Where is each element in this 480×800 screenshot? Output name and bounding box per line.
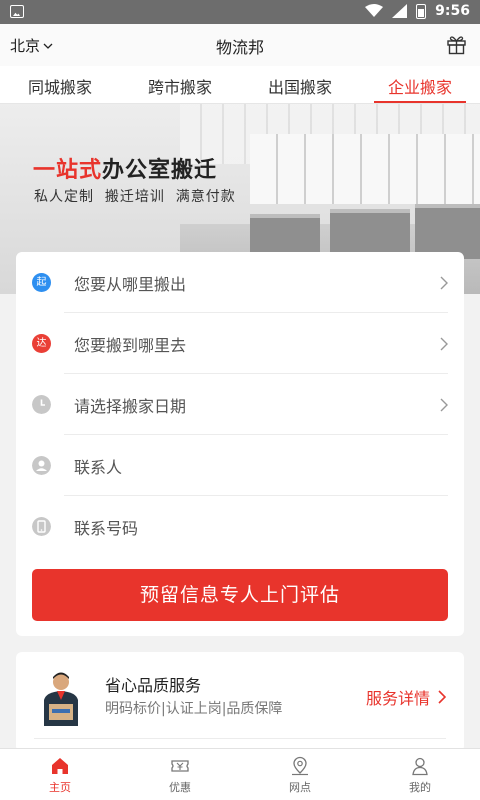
nav-home[interactable]: 主页: [0, 749, 120, 800]
clock-icon: [32, 395, 51, 414]
tab-intercity-move[interactable]: 跨市搬家: [120, 66, 240, 103]
mover-avatar: [44, 672, 78, 726]
ticket-icon: [171, 760, 189, 772]
battery-icon: [416, 3, 427, 19]
signal-icon: [392, 4, 408, 18]
home-icon: [52, 758, 68, 774]
tab-local-move[interactable]: 同城搬家: [0, 66, 120, 103]
chevron-right-icon: [440, 276, 448, 290]
service-details-label: 服务详情: [365, 689, 430, 708]
nav-deals[interactable]: 优惠: [120, 749, 240, 800]
contact-name-row[interactable]: 联系人: [16, 435, 464, 496]
move-date-row[interactable]: 请选择搬家日期: [16, 374, 464, 435]
service-subtitle: 明码标价|认证上岗|品质保障: [105, 701, 283, 717]
user-icon: [412, 757, 428, 776]
to-address-label: 您要搬到哪里去: [74, 336, 187, 355]
wifi-icon: [365, 4, 384, 17]
nav-home-label: 主页: [49, 781, 71, 794]
from-address-row[interactable]: 起 您要从哪里搬出: [16, 252, 464, 313]
tab-enterprise-move[interactable]: 企业搬家: [360, 66, 480, 103]
banner-headline-rest: 办公室搬迁: [102, 158, 218, 183]
bottom-nav: 主页 优惠 网点 我的: [0, 748, 480, 800]
chevron-right-icon: [438, 690, 446, 704]
contact-phone-field: 联系号码: [74, 519, 139, 538]
contact-phone-row[interactable]: 联系号码: [16, 496, 464, 557]
end-badge-icon: 达: [32, 334, 51, 353]
nav-locations-label: 网点: [289, 781, 311, 794]
start-badge-icon: 起: [32, 273, 51, 292]
tab-overseas-move[interactable]: 出国搬家: [240, 66, 360, 103]
move-date-label: 请选择搬家日期: [74, 397, 187, 416]
banner-headline: 一站式办公室搬迁: [33, 152, 217, 184]
move-form-card: 起 您要从哪里搬出 达 您要搬到哪里去 请选择搬家日期 联系人 联系号码 预留信…: [16, 252, 464, 636]
nav-locations[interactable]: 网点: [240, 749, 360, 800]
nav-deals-label: 优惠: [169, 781, 191, 794]
submit-assessment-button[interactable]: 预留信息专人上门评估: [32, 569, 448, 621]
nav-profile-label: 我的: [409, 781, 431, 794]
category-tabs: 同城搬家 跨市搬家 出国搬家 企业搬家: [0, 66, 480, 104]
map-pin-icon: [292, 756, 308, 776]
banner-desk: [250, 214, 320, 254]
chevron-right-icon: [440, 398, 448, 412]
banner-desk: [415, 204, 480, 259]
banner-subtitle: 私人定制 搬迁培训 满意付款: [34, 189, 236, 205]
page-title: 物流邦: [215, 38, 264, 57]
from-address-label: 您要从哪里搬出: [74, 275, 187, 294]
status-bar: 9:56: [0, 0, 480, 24]
status-time: 9:56: [435, 3, 470, 19]
to-address-row[interactable]: 达 您要搬到哪里去: [16, 313, 464, 374]
chevron-right-icon: [440, 337, 448, 351]
image-notification-icon: [10, 5, 24, 18]
app-header: 北京 物流邦: [0, 24, 480, 66]
banner-headline-highlight: 一站式: [33, 158, 103, 183]
service-card[interactable]: 省心品质服务 明码标价|认证上岗|品质保障 服务详情: [16, 652, 464, 752]
banner-office-windows: [250, 134, 480, 204]
contact-name-field: 联系人: [74, 458, 123, 477]
person-icon: [32, 456, 51, 475]
phone-icon: [32, 517, 51, 536]
nav-profile[interactable]: 我的: [360, 749, 480, 800]
gift-icon[interactable]: [446, 34, 467, 55]
service-details-link[interactable]: 服务详情: [366, 685, 446, 709]
service-title: 省心品质服务: [105, 676, 202, 695]
divider: [34, 738, 446, 739]
